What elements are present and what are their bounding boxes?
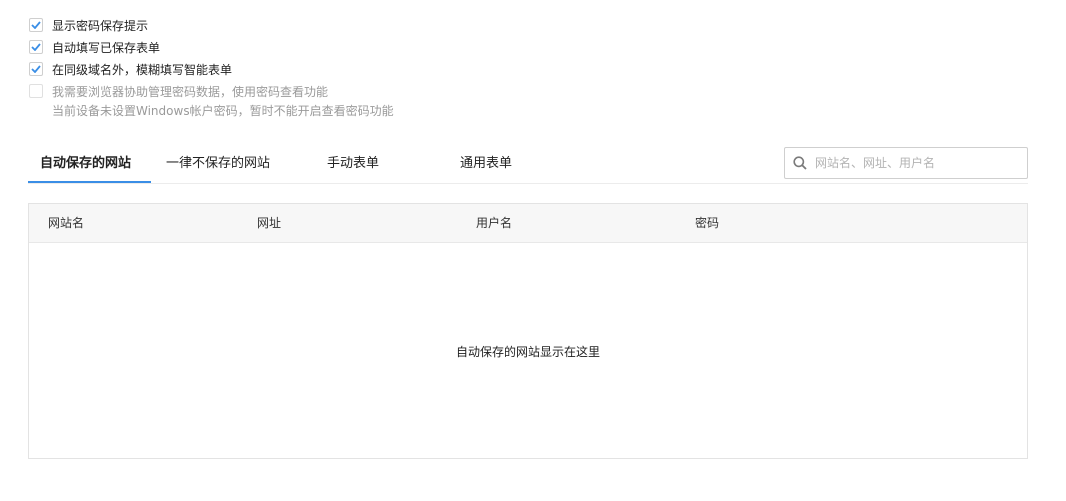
search-box[interactable]: [784, 147, 1028, 179]
option-autofill-forms[interactable]: 自动填写已保存表单: [29, 36, 394, 58]
empty-state-text: 自动保存的网站显示在这里: [455, 345, 600, 359]
option-label: 自动填写已保存表单: [52, 40, 161, 55]
checkbox-show-save-prompt[interactable]: [29, 18, 43, 32]
password-view-hint: 当前设备未设置Windows帐户密码，暂时不能开启查看密码功能: [52, 104, 394, 118]
search-icon: [793, 156, 807, 170]
tab-manual-forms[interactable]: 手动表单: [327, 147, 379, 183]
option-password-view: 我需要浏览器协助管理密码数据，使用密码查看功能: [29, 80, 394, 102]
checkmark-icon: [31, 65, 41, 73]
saved-passwords-table: 网站名 网址 用户名 密码 自动保存的网站显示在这里: [28, 203, 1028, 459]
password-options: 显示密码保存提示 自动填写已保存表单 在同级域名外，模糊填写智能表单 我需要浏览…: [29, 14, 394, 122]
option-label: 在同级域名外，模糊填写智能表单: [52, 62, 233, 77]
checkbox-password-view: [29, 84, 43, 98]
option-label: 我需要浏览器协助管理密码数据，使用密码查看功能: [52, 84, 329, 99]
option-fuzzy-fill[interactable]: 在同级域名外，模糊填写智能表单: [29, 58, 394, 80]
tab-never-saved-sites[interactable]: 一律不保存的网站: [166, 147, 270, 183]
password-settings-page: 显示密码保存提示 自动填写已保存表单 在同级域名外，模糊填写智能表单 我需要浏览…: [0, 0, 1066, 501]
tab-general-forms[interactable]: 通用表单: [460, 147, 512, 183]
column-header-password: 密码: [695, 216, 720, 230]
tab-divider: [28, 183, 1028, 184]
option-show-save-prompt[interactable]: 显示密码保存提示: [29, 14, 394, 36]
tab-auto-saved-sites[interactable]: 自动保存的网站: [40, 147, 131, 183]
table-header: 网站名 网址 用户名 密码: [29, 204, 1027, 243]
checkbox-autofill-forms[interactable]: [29, 40, 43, 54]
checkmark-icon: [31, 21, 41, 29]
column-header-url: 网址: [257, 216, 282, 230]
column-header-site-name: 网站名: [48, 216, 85, 230]
checkbox-fuzzy-fill[interactable]: [29, 62, 43, 76]
checkmark-icon: [31, 43, 41, 51]
search-input[interactable]: [813, 155, 1017, 171]
option-label: 显示密码保存提示: [52, 18, 149, 33]
column-header-username: 用户名: [476, 216, 513, 230]
